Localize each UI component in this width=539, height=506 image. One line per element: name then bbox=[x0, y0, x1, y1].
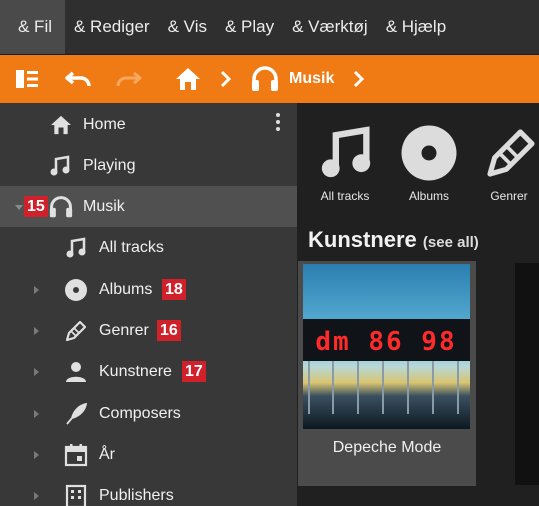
undo-icon[interactable] bbox=[64, 66, 94, 92]
sidebar-item-aar[interactable]: År bbox=[0, 434, 297, 475]
sidebar-item-genrer[interactable]: Genrer 16 bbox=[0, 310, 297, 351]
sidebar-item-label: Musik bbox=[83, 198, 125, 215]
section-heading: Kunstnere bbox=[308, 227, 417, 252]
sidebar: Home Playing 15 Musik All tracks Albums … bbox=[0, 103, 297, 506]
annotation-badge: 15 bbox=[24, 196, 48, 217]
expand-icon[interactable] bbox=[34, 286, 39, 294]
sidebar-item-label: Albums bbox=[99, 281, 153, 298]
sidebar-item-all-tracks[interactable]: All tracks bbox=[0, 227, 297, 268]
artist-art: dm 86 98 bbox=[303, 264, 470, 429]
disc-icon bbox=[399, 123, 459, 188]
redo-icon[interactable] bbox=[113, 66, 143, 92]
sidebar-item-label: Kunstnere bbox=[99, 363, 172, 380]
expand-icon[interactable] bbox=[34, 492, 39, 500]
calendar-icon bbox=[63, 442, 89, 468]
sidebar-item-publishers[interactable]: Publishers bbox=[0, 475, 297, 506]
annotation-badge: 18 bbox=[162, 279, 186, 300]
menu-play[interactable]: & Play bbox=[216, 0, 283, 54]
expand-icon[interactable] bbox=[34, 327, 39, 335]
sidebar-item-albums[interactable]: Albums 18 bbox=[0, 269, 297, 310]
pencil-icon bbox=[483, 125, 539, 186]
sidebar-item-playing[interactable]: Playing bbox=[0, 145, 297, 186]
see-all-link[interactable]: (see all) bbox=[423, 234, 479, 251]
album-art-text: dm 86 98 bbox=[315, 327, 456, 357]
sidebar-item-label: Composers bbox=[99, 405, 181, 422]
main-panel: All tracks Albums Genrer Kunstnere (see … bbox=[297, 103, 539, 506]
sidebar-item-composers[interactable]: Composers bbox=[0, 393, 297, 434]
building-icon bbox=[63, 483, 89, 506]
expand-icon[interactable] bbox=[34, 451, 39, 459]
menu-tools[interactable]: & Værktøj bbox=[283, 0, 377, 54]
person-icon bbox=[63, 359, 89, 385]
menu-help[interactable]: & Hjælp bbox=[377, 0, 455, 54]
chevron-right-icon bbox=[217, 69, 235, 89]
sidebar-item-label: Genrer bbox=[99, 322, 149, 339]
sidebar-item-musik[interactable]: 15 Musik bbox=[0, 186, 297, 227]
headphones-icon bbox=[48, 194, 74, 220]
sidebar-item-kunstnere[interactable]: Kunstnere 17 bbox=[0, 351, 297, 392]
breadcrumb-musik[interactable]: Musik bbox=[289, 55, 334, 103]
sidebar-item-label: Publishers bbox=[99, 487, 174, 504]
sidebar-item-label: År bbox=[99, 446, 115, 463]
music-note-icon bbox=[317, 125, 375, 186]
sidebar-item-label: Home bbox=[83, 116, 126, 133]
sidebar-toggle-icon[interactable] bbox=[14, 66, 40, 92]
artist-card-next[interactable] bbox=[515, 263, 539, 485]
menu-view[interactable]: & Vis bbox=[159, 0, 216, 54]
toolbar: Musik bbox=[0, 55, 539, 103]
category-label: All tracks bbox=[320, 189, 370, 203]
disc-icon bbox=[63, 277, 89, 303]
music-note-icon bbox=[63, 235, 89, 261]
expand-icon[interactable] bbox=[34, 410, 39, 418]
home-icon bbox=[48, 112, 74, 138]
artist-name: Depeche Mode bbox=[332, 439, 442, 456]
annotation-badge: 16 bbox=[157, 320, 181, 341]
sidebar-item-home[interactable]: Home bbox=[0, 104, 297, 145]
sidebar-item-label: All tracks bbox=[99, 239, 164, 256]
category-label: Genrer bbox=[490, 189, 528, 203]
artist-card[interactable]: dm 86 98 Depeche Mode bbox=[298, 261, 476, 486]
section-title: Kunstnere (see all) bbox=[308, 227, 479, 253]
menu-bar: & Fil & Rediger & Vis & Play & Værktøj &… bbox=[0, 0, 539, 55]
category-label: Albums bbox=[408, 189, 449, 203]
pencil-icon bbox=[63, 318, 89, 344]
menu-file[interactable]: & Fil bbox=[0, 0, 65, 54]
sidebar-item-label: Playing bbox=[83, 157, 136, 174]
quill-icon bbox=[63, 401, 89, 427]
annotation-badge: 17 bbox=[182, 361, 206, 382]
chevron-right-icon[interactable] bbox=[350, 69, 368, 89]
collapse-icon[interactable] bbox=[15, 205, 23, 210]
expand-icon[interactable] bbox=[34, 368, 39, 376]
home-icon[interactable] bbox=[174, 65, 202, 93]
music-note-icon bbox=[47, 153, 73, 179]
headphones-icon[interactable] bbox=[250, 65, 280, 93]
menu-edit[interactable]: & Rediger bbox=[65, 0, 159, 54]
